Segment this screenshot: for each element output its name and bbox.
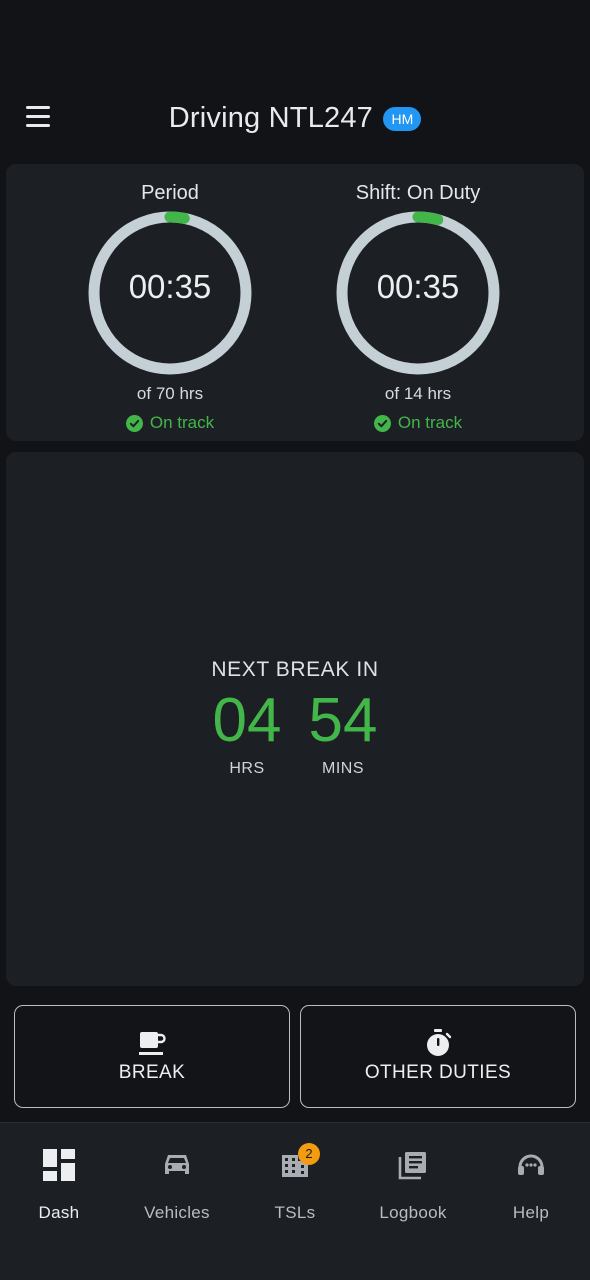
car-icon (118, 1145, 236, 1185)
nav-item-logbook[interactable]: Logbook (354, 1145, 472, 1223)
page-title: Driving NTL247 (168, 102, 374, 134)
nav-label: TSLs (274, 1203, 316, 1222)
nav-item-dash[interactable]: Dash (0, 1145, 118, 1223)
timer-value: 00:35 (376, 268, 460, 305)
check-circle-icon (373, 414, 391, 432)
timer-title: Shift: On Duty (355, 182, 481, 204)
dashboard-icon (0, 1145, 118, 1185)
notification-badge: 2 (298, 1143, 320, 1165)
headset-icon (472, 1145, 590, 1185)
period-ring: 00:35 (85, 208, 255, 378)
nav-item-vehicles[interactable]: Vehicles (118, 1145, 236, 1223)
status-indicator: On track (318, 413, 518, 433)
check-circle-icon (125, 414, 143, 432)
nav-label: Logbook (379, 1203, 447, 1222)
other-duties-button[interactable]: OTHER DUTIES (300, 1005, 576, 1108)
title-group: Driving NTL247 HM (0, 102, 590, 135)
break-button[interactable]: BREAK (14, 1005, 290, 1108)
minutes-column: 54 MINS (295, 686, 391, 778)
next-break-label: NEXT BREAK IN (211, 658, 379, 681)
hours-value: 04 (212, 686, 282, 755)
nav-label: Dash (38, 1203, 80, 1222)
minutes-unit: MINS (322, 760, 364, 777)
logbook-icon (354, 1145, 472, 1185)
minutes-value: 54 (308, 686, 378, 755)
period-timer: Period 00:35 of 70 hrs On track (70, 182, 270, 433)
status-text: On track (397, 413, 463, 432)
building-icon: 2 (236, 1143, 354, 1185)
timer-limit: of 70 hrs (136, 384, 204, 403)
nav-label: Vehicles (144, 1203, 210, 1222)
timer-title: Period (141, 182, 199, 204)
nav-item-tsls[interactable]: 2 TSLs (236, 1143, 354, 1223)
timers-card: Period 00:35 of 70 hrs On track Shift: O… (6, 164, 584, 441)
hours-unit: HRS (229, 760, 265, 777)
bottom-navigation: Dash Vehicles 2 TSLs Logbook Help (0, 1122, 590, 1280)
other-duties-button-label: OTHER DUTIES (364, 1062, 512, 1083)
status-indicator: On track (70, 413, 270, 433)
nav-item-help[interactable]: Help (472, 1145, 590, 1223)
stopwatch-icon (301, 1028, 575, 1058)
timer-value: 00:35 (128, 268, 212, 305)
break-button-label: BREAK (118, 1062, 186, 1083)
coffee-cup-icon (15, 1028, 289, 1058)
countdown-row: 04 HRS 54 MINS (6, 686, 584, 778)
next-break-card: NEXT BREAK IN 04 HRS 54 MINS (6, 452, 584, 986)
shift-timer: Shift: On Duty 00:35 of 14 hrs On track (318, 182, 518, 433)
nav-label: Help (512, 1203, 550, 1222)
hours-column: 04 HRS (199, 686, 295, 778)
app-header: Driving NTL247 HM (0, 80, 590, 160)
next-break-countdown: NEXT BREAK IN 04 HRS 54 MINS (6, 658, 584, 778)
status-text: On track (149, 413, 215, 432)
timer-limit: of 14 hrs (384, 384, 452, 403)
shift-ring: 00:35 (333, 208, 503, 378)
user-initials-badge[interactable]: HM (383, 106, 422, 131)
